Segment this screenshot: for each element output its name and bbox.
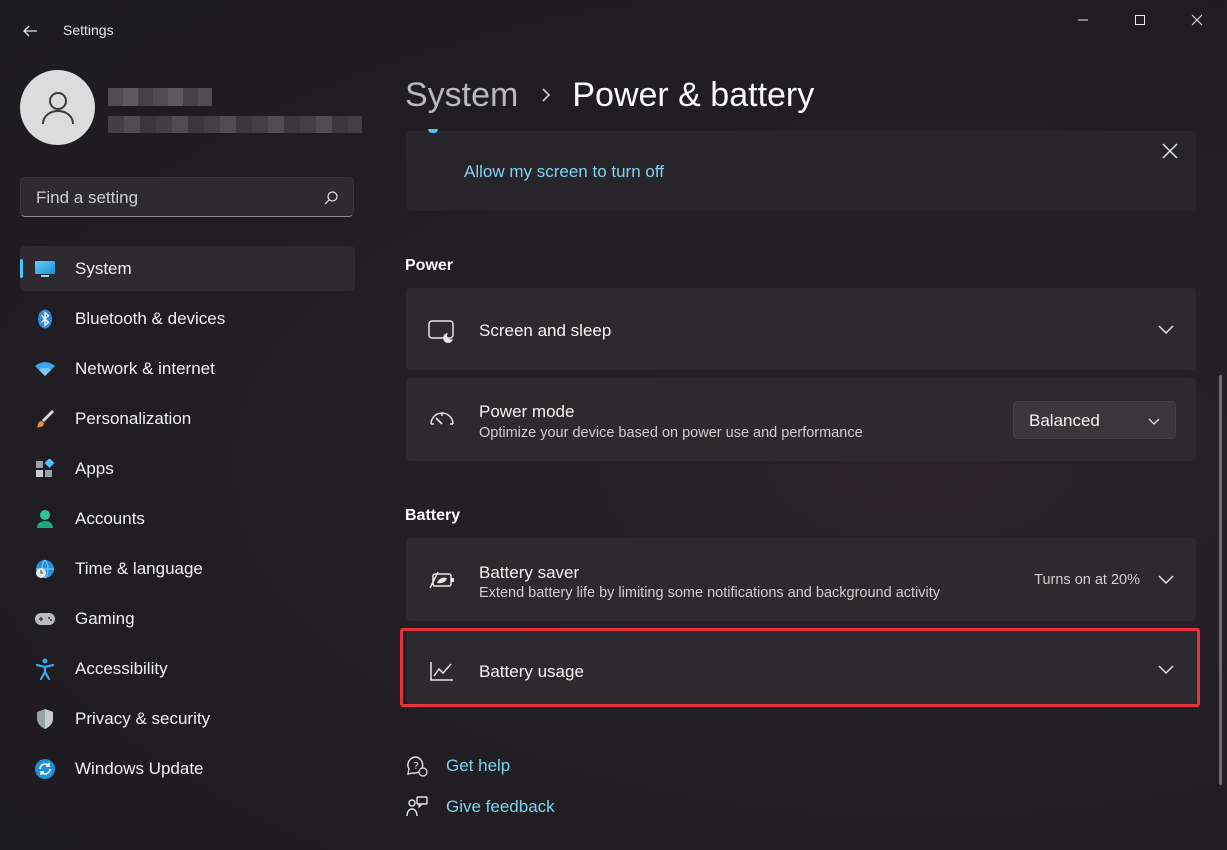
power-mode-row: Power mode Optimize your device based on… [406, 378, 1196, 461]
get-help-link[interactable]: ? Get help [405, 754, 510, 778]
sidebar-item-label: Personalization [75, 409, 192, 428]
globe-clock-icon [34, 558, 56, 580]
minimize-button[interactable] [1060, 6, 1106, 34]
chevron-down-icon[interactable] [1156, 569, 1176, 589]
sidebar-nav: System Bluetooth & devices Network & int… [20, 246, 355, 796]
breadcrumb-parent[interactable]: System [405, 76, 518, 115]
sidebar-item-accessibility[interactable]: Accessibility [20, 646, 355, 691]
battery-section-header: Battery [405, 507, 461, 524]
search-input[interactable] [34, 186, 308, 210]
settings-window: Settings System [0, 0, 1227, 850]
sidebar-item-system[interactable]: System [20, 246, 355, 291]
sidebar-item-label: Accessibility [75, 659, 168, 678]
sidebar-item-accounts[interactable]: Accounts [20, 496, 355, 541]
sidebar-item-privacy-security[interactable]: Privacy & security [20, 696, 355, 741]
power-section-header: Power [405, 257, 454, 274]
sidebar-item-network[interactable]: Network & internet [20, 346, 355, 391]
update-icon [34, 758, 56, 780]
chevron-down-icon[interactable] [1156, 659, 1176, 679]
battery-usage-row[interactable]: Battery usage [406, 630, 1196, 704]
sidebar-item-label: Apps [75, 459, 114, 478]
battery-saver-icon [428, 566, 456, 594]
search-icon[interactable] [323, 190, 339, 206]
breadcrumb: System Power & battery [405, 72, 814, 118]
sidebar-item-label: Windows Update [75, 759, 204, 778]
give-feedback-label: Give feedback [446, 797, 555, 816]
battery-saver-value: Turns on at 20% [1034, 572, 1140, 588]
avatar[interactable] [20, 70, 95, 145]
sidebar-item-time-language[interactable]: Time & language [20, 546, 355, 591]
sidebar-item-windows-update[interactable]: Windows Update [20, 746, 355, 791]
sidebar-item-personalization[interactable]: Personalization [20, 396, 355, 441]
sidebar-item-bluetooth[interactable]: Bluetooth & devices [20, 296, 355, 341]
svg-text:?: ? [414, 761, 419, 772]
battery-saver-row[interactable]: Battery saver Extend battery life by lim… [406, 538, 1196, 621]
shield-icon [34, 708, 56, 730]
line-chart-icon [428, 657, 456, 685]
system-icon [34, 258, 56, 280]
power-mode-dropdown[interactable]: Balanced [1013, 401, 1176, 439]
page-title: Power & battery [572, 75, 815, 114]
sidebar-item-label: Time & language [75, 559, 203, 578]
info-icon-partial [428, 129, 438, 133]
sidebar-item-label: Privacy & security [75, 709, 211, 728]
search-box [20, 177, 354, 217]
minimize-icon [1078, 19, 1088, 21]
wifi-icon [34, 358, 56, 380]
back-arrow-icon [23, 25, 37, 37]
dismiss-icon[interactable] [1160, 141, 1180, 161]
allow-screen-off-link[interactable]: Allow my screen to turn off [464, 162, 664, 182]
sidebar-item-label: Bluetooth & devices [75, 309, 226, 328]
screen-sleep-row[interactable]: Screen and sleep [406, 288, 1196, 370]
chevron-down-icon [1148, 418, 1160, 425]
screen-sleep-title: Screen and sleep [479, 321, 612, 340]
back-button[interactable] [14, 16, 46, 46]
maximize-button[interactable] [1117, 6, 1163, 34]
power-mode-subtitle: Optimize your device based on power use … [479, 425, 863, 441]
app-title: Settings [63, 22, 114, 38]
screen-sleep-icon [428, 317, 456, 345]
close-icon [1191, 14, 1203, 26]
battery-saver-title: Battery saver [479, 563, 580, 582]
sidebar-item-label: Network & internet [75, 359, 215, 378]
sidebar-item-label: System [75, 259, 132, 278]
give-feedback-link[interactable]: Give feedback [405, 795, 555, 819]
accessibility-icon [34, 658, 56, 680]
recommendation-card: Allow my screen to turn off [406, 129, 1196, 211]
battery-usage-title: Battery usage [479, 662, 584, 681]
power-mode-selected: Balanced [1029, 411, 1100, 430]
maximize-icon [1135, 15, 1145, 25]
power-mode-title: Power mode [479, 402, 575, 421]
bluetooth-icon [34, 308, 56, 330]
sidebar-item-gaming[interactable]: Gaming [20, 596, 355, 641]
gauge-icon [428, 405, 456, 433]
profile-email-redacted [108, 116, 362, 133]
sidebar-item-apps[interactable]: Apps [20, 446, 355, 491]
help-icon: ? [405, 754, 429, 778]
scrollbar[interactable] [1219, 375, 1222, 785]
chevron-right-icon [540, 87, 552, 103]
profile-name-redacted [108, 88, 212, 106]
gamepad-icon [34, 608, 56, 630]
person-icon [41, 91, 74, 124]
get-help-label: Get help [446, 756, 511, 775]
accounts-icon [34, 508, 56, 530]
sidebar-item-label: Gaming [75, 609, 135, 628]
apps-icon [34, 458, 56, 480]
feedback-icon [405, 795, 429, 819]
battery-saver-subtitle: Extend battery life by limiting some not… [479, 585, 941, 601]
close-window-button[interactable] [1174, 6, 1220, 34]
brush-icon [34, 408, 56, 430]
sidebar-item-label: Accounts [75, 509, 145, 528]
title-bar: Settings [0, 0, 1227, 56]
chevron-down-icon[interactable] [1156, 319, 1176, 339]
